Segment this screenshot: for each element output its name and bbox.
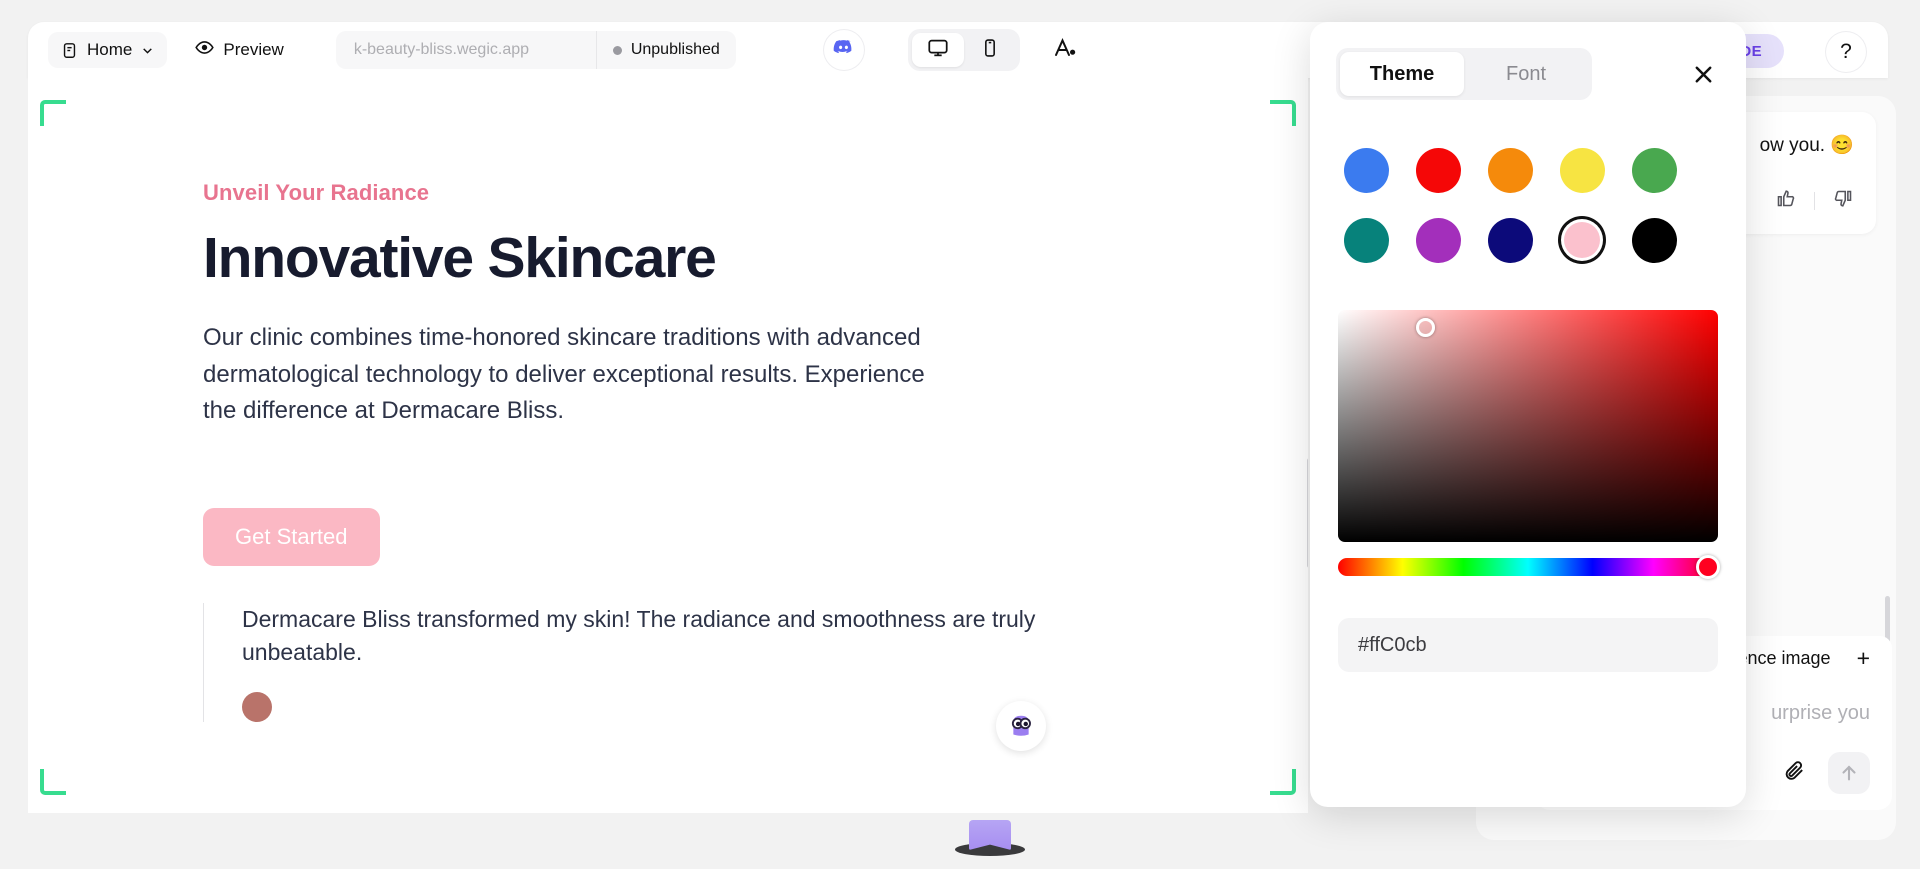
color-swatch-black[interactable] — [1626, 212, 1682, 268]
color-swatch-dot — [1415, 147, 1461, 193]
app-root: Home Preview k-beauty-bliss.wegic.app Un… — [0, 0, 1920, 869]
color-swatch-dot — [1631, 147, 1677, 193]
canvas-scrollbar[interactable] — [1307, 458, 1308, 568]
thumbs-down-icon[interactable] — [1833, 188, 1854, 214]
tab-font[interactable]: Font — [1464, 52, 1588, 96]
color-swatch-dot — [1487, 147, 1533, 193]
color-swatch-grid — [1310, 100, 1746, 268]
color-swatch-teal[interactable] — [1338, 212, 1394, 268]
add-reference-image-button[interactable]: + — [1857, 645, 1870, 672]
paperclip-icon[interactable] — [1783, 759, 1806, 787]
theme-font-button[interactable] — [1046, 31, 1084, 69]
color-swatch-dot — [1631, 217, 1677, 263]
hue-slider-handle[interactable] — [1696, 555, 1720, 579]
status-dot-icon — [612, 45, 622, 55]
home-dropdown-button[interactable]: Home — [48, 32, 168, 68]
help-label: ? — [1840, 40, 1852, 63]
desktop-view-button[interactable] — [911, 33, 964, 67]
selection-corner-bottom-right — [1270, 769, 1296, 795]
color-swatch-orange[interactable] — [1482, 142, 1538, 198]
selection-corner-top-left — [40, 100, 66, 126]
page-icon — [61, 42, 78, 59]
color-swatch-dot — [1559, 147, 1605, 193]
site-url-value: k-beauty-bliss.wegic.app — [353, 41, 530, 58]
color-swatch-dot — [1564, 222, 1600, 258]
tab-theme[interactable]: Theme — [1340, 52, 1464, 96]
thumbs-up-icon[interactable] — [1775, 188, 1796, 214]
reference-image-label: ence image — [1737, 647, 1831, 668]
hero-section: Unveil Your Radiance Innovative Skincare… — [203, 180, 1103, 566]
home-label: Home — [87, 40, 133, 59]
avatar — [242, 692, 272, 723]
hero-body-text: Our clinic combines time-honored skincar… — [203, 324, 925, 425]
eye-icon — [195, 38, 215, 62]
color-swatch-dot — [1415, 217, 1461, 263]
theme-popover-header: Theme Font — [1310, 22, 1746, 100]
selection-corner-bottom-left — [40, 769, 66, 795]
chevron-down-icon — [141, 44, 154, 57]
chat-input-tools — [1783, 752, 1870, 794]
theme-font-tabs: Theme Font — [1336, 48, 1592, 100]
chat-action-divider — [1814, 191, 1815, 210]
hue-slider[interactable] — [1338, 555, 1720, 579]
sv-picker-handle[interactable] — [1416, 318, 1435, 337]
font-color-icon — [1053, 36, 1077, 65]
color-swatch-dot — [1487, 217, 1533, 263]
color-swatch-navy[interactable] — [1482, 212, 1538, 268]
help-button[interactable]: ? — [1826, 32, 1866, 72]
theme-popover: Theme Font #ffC0cb — [1310, 22, 1746, 807]
mobile-phone-icon — [980, 38, 1000, 63]
publish-status-button[interactable]: Unpublished — [595, 31, 736, 69]
device-toggle-group — [907, 29, 1020, 71]
color-swatch-dot — [1343, 147, 1389, 193]
color-swatch-purple[interactable] — [1410, 212, 1466, 268]
discord-icon — [833, 37, 854, 63]
color-swatch-pink[interactable] — [1554, 212, 1610, 268]
site-url-field[interactable]: k-beauty-bliss.wegic.app — [335, 31, 596, 69]
hex-color-value: #ffC0cb — [1358, 633, 1427, 656]
color-swatch-blue[interactable] — [1338, 142, 1394, 198]
close-icon[interactable] — [1686, 57, 1720, 91]
send-message-button[interactable] — [1828, 752, 1870, 794]
publish-status-label: Unpublished — [630, 41, 720, 58]
site-canvas[interactable]: Unveil Your Radiance Innovative Skincare… — [28, 78, 1308, 813]
preview-label: Preview — [223, 40, 284, 59]
hex-color-input[interactable]: #ffC0cb — [1338, 618, 1718, 672]
hero-eyebrow: Unveil Your Radiance — [203, 180, 430, 205]
preview-button[interactable]: Preview — [195, 38, 284, 62]
hero-title: Innovative Skincare — [203, 226, 717, 290]
testimonial-block: Dermacare Bliss transformed my skin! The… — [203, 603, 1093, 723]
testimonial-text: Dermacare Bliss transformed my skin! The… — [242, 606, 1036, 665]
discord-button[interactable] — [823, 30, 864, 70]
mobile-view-button[interactable] — [964, 33, 1016, 67]
stage-shadow — [955, 843, 1025, 856]
color-swatch-green[interactable] — [1626, 142, 1682, 198]
color-swatch-red[interactable] — [1410, 142, 1466, 198]
color-swatch-yellow[interactable] — [1554, 142, 1610, 198]
selection-corner-top-right — [1270, 100, 1296, 126]
mascot-avatar-icon[interactable] — [996, 701, 1046, 751]
saturation-value-picker[interactable] — [1338, 310, 1718, 542]
color-swatch-dot — [1343, 217, 1389, 263]
get-started-button[interactable]: Get Started — [203, 507, 380, 566]
desktop-monitor-icon — [927, 37, 949, 64]
stage-ornament — [955, 820, 1025, 856]
